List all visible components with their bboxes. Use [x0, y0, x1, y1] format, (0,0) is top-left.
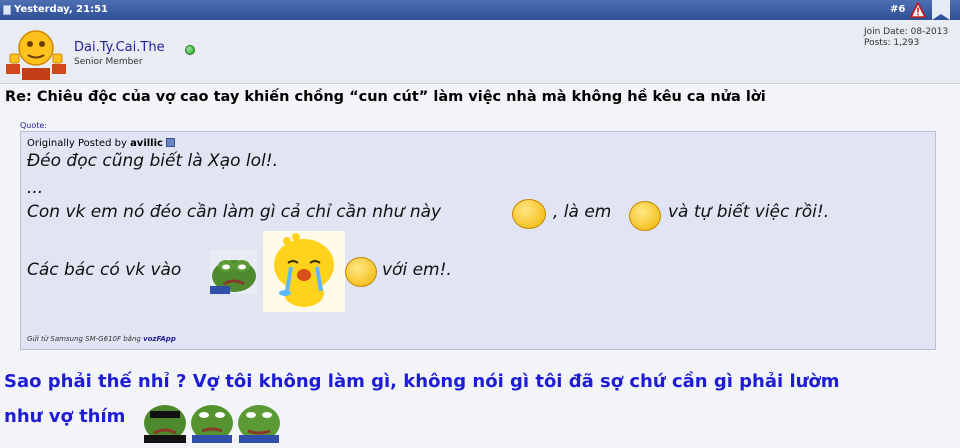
quote-line-1: Đéo đọc cũng biết là Xạo lol!.	[27, 151, 278, 171]
user-avatar[interactable]	[4, 24, 68, 82]
quote-line-2: ...	[27, 178, 44, 198]
crying-duck-sticker-icon	[263, 231, 345, 312]
post-number-link[interactable]: #6	[890, 4, 905, 15]
quote-line-3c: và tự biết việc rồi!.	[668, 202, 830, 222]
quote-line-3b: , là em	[553, 202, 612, 222]
user-info-panel: Dai.Ty.Cai.The Senior Member Join Date: …	[0, 20, 960, 84]
quote-line-4b: với em!.	[382, 260, 452, 280]
quote-line-4a: Các bác có vk vào	[27, 260, 182, 280]
quote-author: avillic	[130, 138, 163, 149]
post-header-bar: Yesterday, 21:51 #6	[0, 0, 960, 20]
sad-emoji-icon	[629, 201, 661, 231]
document-icon	[3, 5, 11, 15]
smirk-emoji-icon	[512, 199, 546, 229]
quote-header: Originally Posted by avillic	[27, 138, 175, 149]
reply-line-1: Sao phải thế nhỉ ? Vợ tôi không làm gì, …	[4, 371, 840, 392]
online-status-icon	[185, 45, 195, 55]
app-name: vozFApp	[143, 335, 176, 343]
reply-line-2: như vợ thím	[4, 406, 126, 427]
username-link[interactable]: Dai.Ty.Cai.The	[74, 40, 165, 55]
bookmark-icon[interactable]	[932, 0, 950, 20]
post-title: Re: Chiêu độc của vợ cao tay khiến chồng…	[5, 89, 766, 105]
view-post-icon[interactable]	[165, 138, 175, 147]
frog-emojis-icon	[144, 405, 280, 443]
join-date: Join Date: 08-2013	[864, 27, 949, 37]
quote-label: Quote:	[20, 121, 48, 130]
crying-emoji-icon	[345, 257, 377, 287]
user-title: Senior Member	[74, 57, 143, 67]
post-date: Yesterday, 21:51	[14, 4, 109, 15]
sent-from-text: Gửi từ Samsung SM-G610F bằng	[27, 335, 144, 343]
post-count: Posts: 1,293	[864, 38, 920, 48]
frog-sticker-icon	[210, 250, 258, 294]
originally-posted-by: Originally Posted by	[27, 138, 131, 149]
quote-line-3a: Con vk em nó đéo cần làm gì cả chỉ cần n…	[27, 202, 442, 222]
report-icon[interactable]	[910, 2, 926, 18]
sent-from-signature: Gửi từ Samsung SM-G610F bằng vozFApp	[27, 335, 176, 343]
